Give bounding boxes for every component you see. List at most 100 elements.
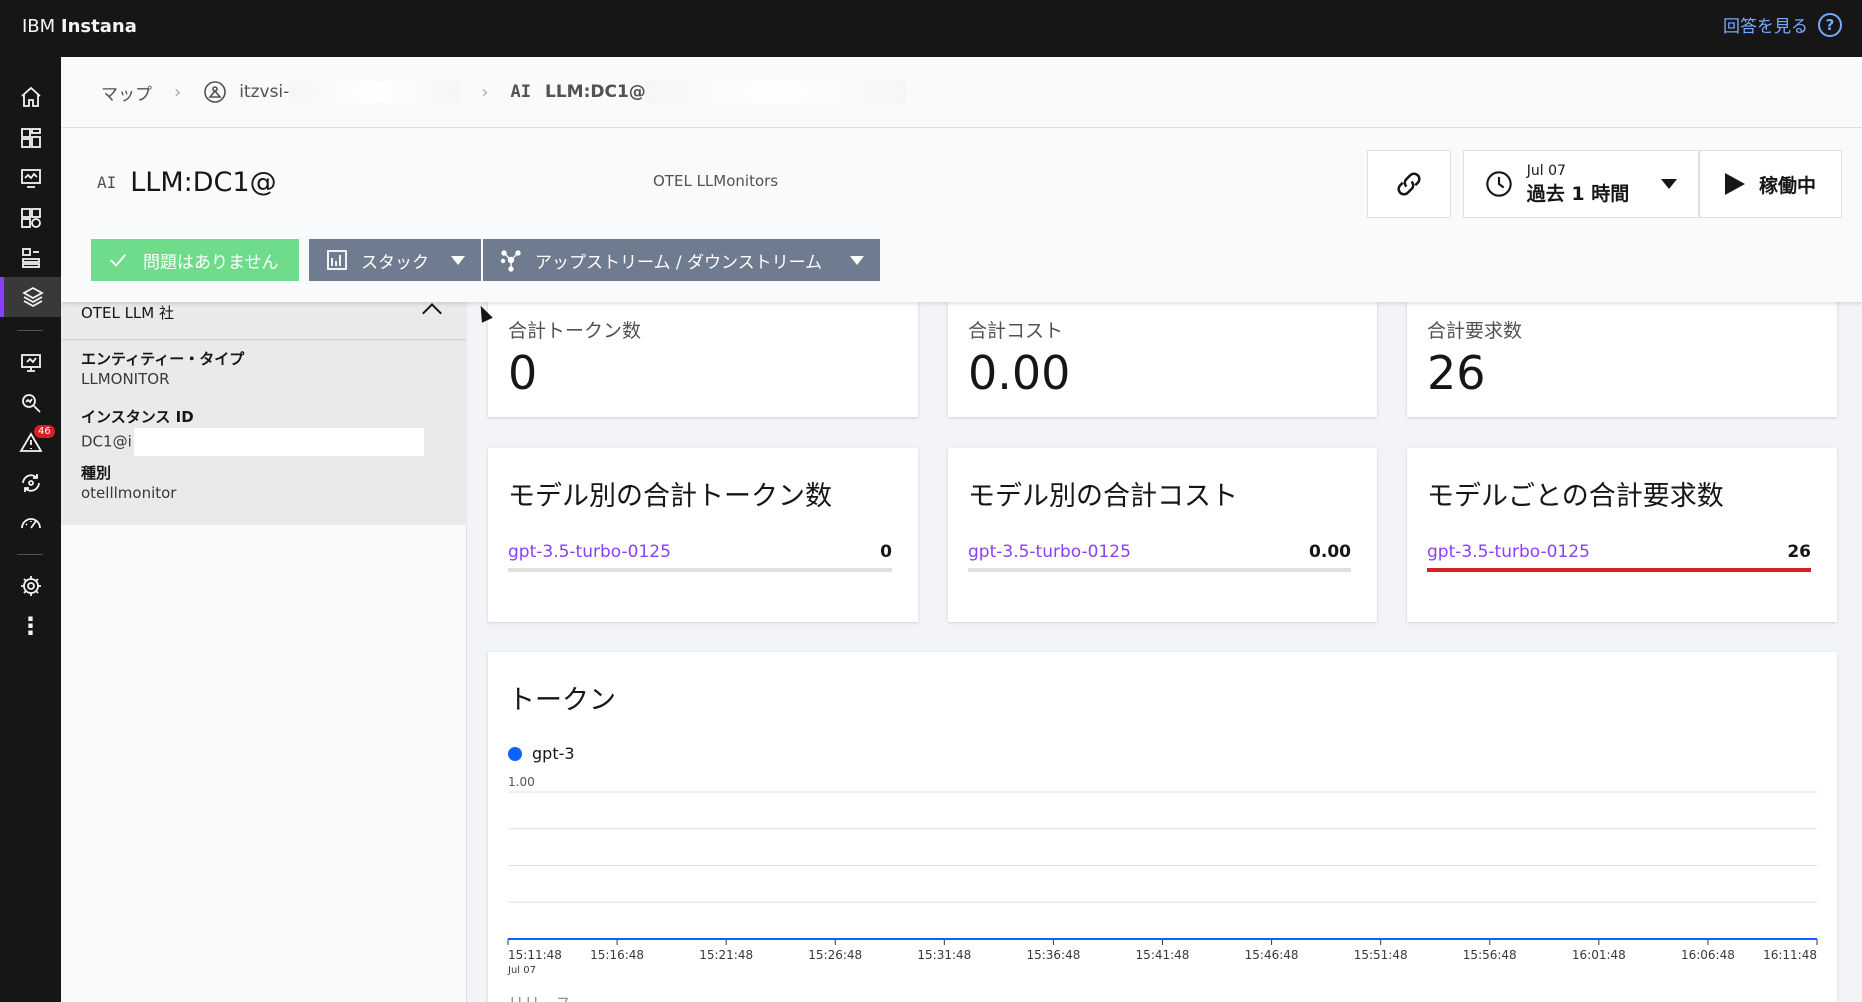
top-bar: IBM Instana 回答を見る ? xyxy=(0,0,1862,57)
alert-icon[interactable]: 46 xyxy=(0,423,61,463)
page-title: LLM:DC1@ xyxy=(130,167,277,198)
caret-down-icon xyxy=(850,255,864,265)
model-row: gpt-3.5-turbo-0125 26 xyxy=(1427,542,1811,562)
stack-dropdown-button[interactable]: スタック xyxy=(309,239,481,281)
ai-icon: AI xyxy=(97,173,117,192)
layers-icon[interactable] xyxy=(0,277,61,317)
breadcrumb-map[interactable]: マップ xyxy=(101,80,152,105)
x-tick-label: 15:36:48 xyxy=(1026,948,1080,962)
settings-icon[interactable] xyxy=(0,566,61,606)
y-tick-label: 1.00 xyxy=(508,775,535,789)
x-date-label: Jul 07 xyxy=(507,965,536,976)
more-options-icon[interactable]: ⋮ xyxy=(0,606,61,646)
live-mode-button[interactable]: 稼働中 xyxy=(1699,150,1842,218)
chevron-right-icon: › xyxy=(174,81,182,103)
infrastructure-icon[interactable] xyxy=(0,238,61,278)
entity-button-row: 問題はありません スタック アップストリーム / ダウンストリーム xyxy=(91,239,880,281)
automation-icon[interactable] xyxy=(0,463,61,503)
header-actions: Jul 07 過去 1 時間 稼働中 xyxy=(1367,150,1842,218)
model-card-cost: モデル別の合計コスト gpt-3.5-turbo-0125 0.00 xyxy=(948,448,1377,622)
kpi-card-total-tokens: 合計トークン数 0 xyxy=(488,290,918,417)
caret-down-icon xyxy=(1661,179,1678,189)
x-tick-label: 15:26:48 xyxy=(808,948,862,962)
host-node-icon xyxy=(204,81,227,103)
property-kind: 種別 otelllmonitor xyxy=(81,464,177,502)
brand-name: Instana xyxy=(60,16,137,37)
entity-header: マップ › itzvsi- › AI LLM:DC1@ AI LLM:DC1@ … xyxy=(61,57,1862,302)
model-card-tokens: モデル別の合計トークン数 gpt-3.5-turbo-0125 0 xyxy=(488,448,918,622)
services-icon[interactable] xyxy=(0,198,61,238)
applications-icon[interactable] xyxy=(0,158,61,198)
x-tick-label: 15:41:48 xyxy=(1136,948,1190,962)
time-date: Jul 07 xyxy=(1526,162,1566,179)
model-link[interactable]: gpt-3.5-turbo-0125 xyxy=(508,542,671,562)
properties-panel: OTEL LLM 社 エンティティー・タイプ LLMONITOR インスタンス … xyxy=(61,302,467,525)
no-issues-label: 問題はありません xyxy=(143,252,279,273)
x-tick-label: 16:11:48 xyxy=(1763,948,1817,962)
help-label: 回答を見る xyxy=(1723,17,1808,37)
left-nav-rail: 46 ⋮ xyxy=(0,57,61,1002)
help-link[interactable]: 回答を見る ? xyxy=(1723,12,1842,37)
caret-down-icon xyxy=(451,255,465,265)
model-share-bar xyxy=(508,568,892,572)
model-share-bar xyxy=(1427,568,1811,572)
entity-sidebar: OTEL LLM 社 エンティティー・タイプ LLMONITOR インスタンス … xyxy=(61,302,467,1002)
breadcrumb: マップ › itzvsi- › AI LLM:DC1@ xyxy=(61,57,1862,128)
time-picker-button[interactable]: Jul 07 過去 1 時間 xyxy=(1463,150,1699,218)
x-tick-label: 15:21:48 xyxy=(699,948,753,962)
checkmark-icon xyxy=(110,253,127,267)
model-row: gpt-3.5-turbo-0125 0 xyxy=(508,542,892,562)
x-tick-label: 15:31:48 xyxy=(917,948,971,962)
link-icon xyxy=(1397,172,1421,196)
model-link[interactable]: gpt-3.5-turbo-0125 xyxy=(968,542,1131,562)
chevron-right-icon: › xyxy=(481,81,489,103)
breadcrumb-entity[interactable]: LLM:DC1@ xyxy=(545,82,646,102)
model-value: 0 xyxy=(880,542,892,562)
property-entity-type: エンティティー・タイプ LLMONITOR xyxy=(81,350,245,388)
copy-link-button[interactable] xyxy=(1367,150,1451,218)
tokens-line-chart[interactable]: 1.00 15:11:48 15:16:48 15:21:48 15:26:48 15:3… xyxy=(488,652,1837,1002)
tokens-chart-card: トークン gpt-3 1.00 15:11:48 15:16:48 15:21:48 1… xyxy=(488,652,1837,1002)
model-row: gpt-3.5-turbo-0125 0.00 xyxy=(968,542,1351,562)
kpi-card-total-requests: 合計要求数 26 xyxy=(1407,290,1837,417)
x-tick-label: 15:11:48 xyxy=(508,948,562,962)
websites-icon[interactable] xyxy=(0,118,61,158)
brand-prefix: IBM xyxy=(22,16,56,37)
live-label: 稼働中 xyxy=(1758,174,1816,197)
x-tick-label: 16:01:48 xyxy=(1572,948,1626,962)
x-tick-label: 15:51:48 xyxy=(1354,948,1408,962)
kpi-card-total-cost: 合計コスト 0.00 xyxy=(948,290,1377,417)
gauge-icon[interactable] xyxy=(0,503,61,543)
redacted-text xyxy=(289,81,460,103)
ai-icon: AI xyxy=(510,82,531,102)
stack-label: スタック xyxy=(361,252,429,273)
redacted-text xyxy=(645,81,906,103)
no-issues-button[interactable]: 問題はありません xyxy=(91,239,299,281)
upstream-downstream-button[interactable]: アップストリーム / ダウンストリーム xyxy=(483,239,880,281)
clock-icon xyxy=(1486,171,1512,197)
property-instance-id: インスタンス ID DC1@i xyxy=(81,406,424,456)
play-icon xyxy=(1724,173,1745,195)
x-tick-label: 15:46:48 xyxy=(1245,948,1299,962)
breadcrumb-host[interactable]: itzvsi- xyxy=(239,82,289,102)
properties-panel-header[interactable]: OTEL LLM 社 xyxy=(61,302,467,340)
releases-section-label: リリース xyxy=(508,990,571,1002)
monitor-icon[interactable] xyxy=(0,343,61,383)
help-icon: ? xyxy=(1818,12,1842,37)
chevron-up-icon[interactable] xyxy=(422,303,442,323)
brand[interactable]: IBM Instana xyxy=(22,16,137,37)
analytics-search-icon[interactable] xyxy=(0,383,61,423)
model-card-requests: モデルごとの合計要求数 gpt-3.5-turbo-0125 26 xyxy=(1407,448,1837,622)
model-value: 0.00 xyxy=(1309,542,1351,562)
dependency-graph-icon xyxy=(500,250,521,272)
model-share-bar xyxy=(968,568,1351,572)
entity-subtitle: OTEL LLMonitors xyxy=(653,172,779,190)
section-label: OTEL LLM 社 xyxy=(81,304,174,322)
x-tick-label: 15:16:48 xyxy=(590,948,644,962)
home-icon[interactable] xyxy=(0,77,61,117)
time-range: 過去 1 時間 xyxy=(1526,182,1630,205)
x-tick-label: 15:56:48 xyxy=(1463,948,1517,962)
redacted-text xyxy=(133,428,424,456)
x-tick-label: 16:06:48 xyxy=(1681,948,1735,962)
model-link[interactable]: gpt-3.5-turbo-0125 xyxy=(1427,542,1590,562)
